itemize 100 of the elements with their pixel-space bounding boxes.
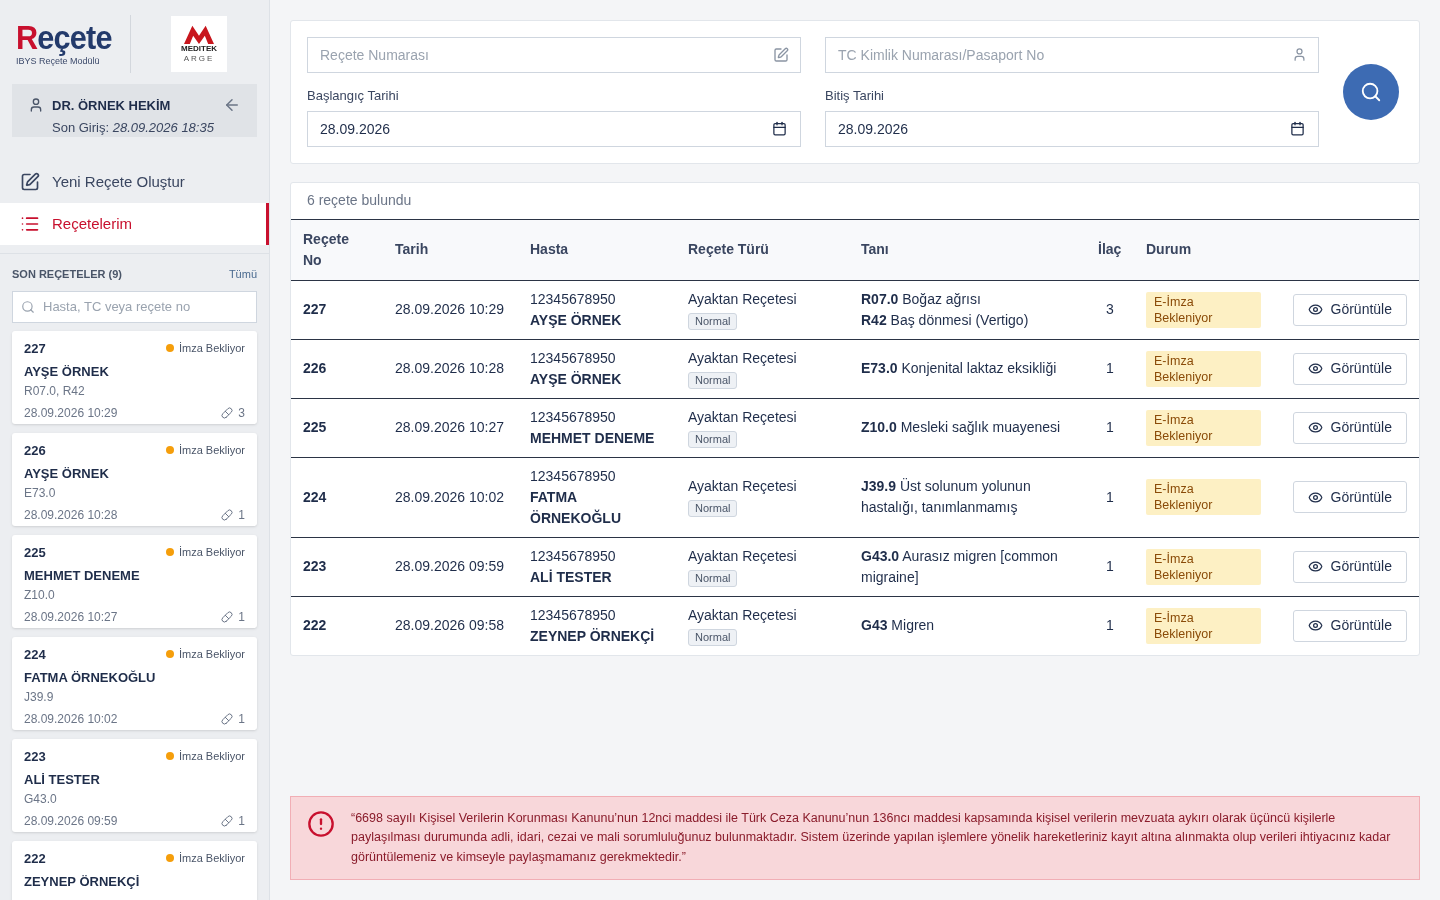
view-button[interactable]: Görüntüle [1292, 609, 1407, 642]
diagnosis: G43 Migren [861, 616, 936, 635]
table-cell: 1 [1086, 457, 1134, 537]
status-text: İmza Bekliyor [178, 749, 245, 764]
view-button[interactable]: Görüntüle [1292, 293, 1407, 326]
drug-count: 1 [238, 608, 245, 626]
recent-card[interactable]: 222 İmza Bekliyor ZEYNEP ÖRNEKÇİ [12, 840, 257, 900]
logout-icon[interactable] [223, 96, 241, 114]
app-logo: Reçete [16, 19, 113, 56]
nav-item[interactable]: Yeni Reçete Oluştur [0, 161, 269, 203]
prescription-date: 28.09.2026 10:29 [24, 404, 118, 422]
column-header: Hasta [518, 219, 676, 280]
date-field[interactable]: 28.09.2026 [825, 110, 1319, 147]
search-icon [1360, 80, 1382, 103]
eye-icon [1307, 618, 1323, 633]
result-count: 6 reçete bulundu [306, 191, 413, 210]
prescription-date: 28.09.2026 09:59 [24, 812, 118, 830]
calendar-icon[interactable] [1290, 120, 1305, 136]
eye-icon [1307, 559, 1323, 574]
prescription-number: 227 [24, 339, 46, 358]
status-text: İmza Bekliyor [178, 647, 245, 662]
table-cell: 225 [291, 398, 383, 457]
status-badge: E-İmza Bekleniyor [1146, 548, 1261, 585]
view-button[interactable]: Görüntüle [1292, 411, 1407, 444]
recent-card[interactable]: 226 İmza Bekliyor AYŞE ÖRNEK E73.0 28.09.2026 10:28 1 [12, 432, 257, 526]
patient-id: 12345678950 [530, 605, 617, 625]
pill-icon [221, 610, 234, 623]
recent-card[interactable]: 225 İmza Bekliyor MEHMET DENEME Z10.0 28.09.2026 10:27 1 [12, 534, 257, 628]
type-badge: Normal [688, 628, 738, 646]
status-text: İmza Bekliyor [178, 443, 245, 458]
diagnosis-codes: Z10.0 [24, 586, 56, 604]
drug-count: 1 [238, 710, 245, 728]
status-text: İmza Bekliyor [178, 545, 245, 560]
warning-text: “6698 sayılı Kişisel Verilerin Korunması Kanunu’nun 12nci maddesi ile Türk Ceza Kanunu’nun 136ncı maddesi kapsamında kişisel verilerin mevzuata aykırı olarak üçüncü kişilerle paylaşılması durumunda adli, idari, cezai ve mali sorumluluğunuz bulunmaktadır. Sistem üzerinde yapılan işlemlere yönelik hareketleriniz kayıt altına alınmakta olup verileri ihtiyacınız kadar görüntülemeniz ve kimseyle paylaşmamanız gerekmektedir.” [351, 809, 1392, 866]
prescription-number: 225 [24, 543, 46, 562]
user-name: DR. ÖRNEK HEKİM [52, 97, 172, 115]
patient-name: MEHMET DENEME [24, 567, 141, 585]
patient-name: AYŞE ÖRNEK [24, 465, 110, 483]
diagnosis-codes: R07.0, R42 [24, 382, 86, 400]
type-badge: Normal [688, 569, 738, 587]
pill-icon [221, 712, 234, 725]
calendar-icon[interactable] [772, 120, 787, 136]
recent-card[interactable]: 223 İmza Bekliyor ALİ TESTER G43.0 28.09.2026 09:59 1 [12, 738, 257, 832]
patient-id: 12345678950 [530, 348, 617, 368]
patient-name: FATMA ÖRNEKOĞLU [530, 487, 622, 528]
table-cell: 28.09.2026 10:28 [383, 339, 518, 398]
prescription-type: Ayaktan Reçetesi [688, 477, 798, 496]
all-link[interactable]: Tümü [228, 266, 257, 283]
diagnosis-codes: G43.0 [24, 790, 58, 808]
search-field[interactable]: Hasta, TC veya reçete no [12, 290, 257, 323]
type-badge: Normal [688, 500, 738, 517]
list-icon [20, 214, 40, 234]
patient-name: FATMA ÖRNEKOĞLU [24, 669, 157, 687]
table-cell: 28.09.2026 10:02 [383, 457, 518, 537]
prescription-number: 226 [24, 441, 46, 460]
prescription-number: 223 [24, 747, 46, 766]
last-login: Son Giriş: 28.09.2026 18:35 [52, 118, 215, 137]
prescription-number: 224 [24, 645, 46, 664]
patient-id: 12345678950 [530, 466, 617, 486]
prescription-number-field[interactable]: Reçete Numarası [307, 37, 801, 73]
eye-icon [1307, 420, 1323, 435]
table-cell: 1 [1086, 398, 1134, 457]
drug-count: 1 [238, 812, 245, 830]
patient-name: ZEYNEP ÖRNEKÇİ [24, 873, 141, 891]
diagnosis-codes: J39.9 [24, 688, 55, 706]
view-button[interactable]: Görüntüle [1292, 352, 1407, 385]
id-number-field[interactable]: TC Kimlik Numarası/Pasaport No [825, 37, 1319, 73]
patient-name: AYŞE ÖRNEK [530, 310, 623, 330]
prescription-type: Ayaktan Reçetesi [688, 605, 798, 625]
diagnosis-codes: E73.0 [24, 484, 57, 502]
recent-card[interactable]: 227 İmza Bekliyor AYŞE ÖRNEK R07.0, R42 28.09.2026 10:29 3 [12, 330, 257, 424]
search-icon [21, 299, 35, 314]
field-label: Başlangıç Tarihi [307, 87, 400, 105]
pill-icon [221, 406, 234, 419]
nav-item[interactable]: Reçetelerim [0, 203, 269, 245]
table-cell: 28.09.2026 10:29 [383, 280, 518, 339]
date-field[interactable]: 28.09.2026 [307, 110, 801, 147]
table-cell: 28.09.2026 09:59 [383, 537, 518, 596]
patient-id: 12345678950 [530, 289, 617, 309]
status-badge: E-İmza Bekleniyor [1146, 350, 1261, 387]
type-badge: Normal [688, 430, 738, 448]
diagnosis: E73.0 Konjenital laktaz eksikliği [861, 359, 1058, 378]
type-badge: Normal [688, 371, 738, 389]
table-cell: 1 [1086, 339, 1134, 398]
prescription-type: Ayaktan Reçetesi [688, 348, 798, 368]
edit-icon [773, 47, 789, 63]
view-button[interactable]: Görüntüle [1292, 481, 1407, 513]
patient-name: AYŞE ÖRNEK [24, 363, 110, 381]
view-button[interactable]: Görüntüle [1292, 550, 1407, 583]
prescription-type: Ayaktan Reçetesi [688, 546, 798, 566]
table-cell: 28.09.2026 09:58 [383, 596, 518, 655]
section-title: SON REÇETELER (9) [12, 267, 122, 282]
drug-count: 1 [238, 506, 245, 524]
field-label: Bitiş Tarihi [825, 87, 885, 105]
patient-name: AYŞE ÖRNEK [530, 369, 623, 389]
diagnosis: R07.0 Boğaz ağrısı [861, 289, 982, 309]
recent-card[interactable]: 224 İmza Bekliyor FATMA ÖRNEKOĞLU J39.9 28.09.2026 10:02 1 [12, 636, 257, 730]
column-header: İlaç [1086, 219, 1134, 280]
column-header: Tanı [849, 219, 1086, 280]
table-cell: 1 [1086, 537, 1134, 596]
